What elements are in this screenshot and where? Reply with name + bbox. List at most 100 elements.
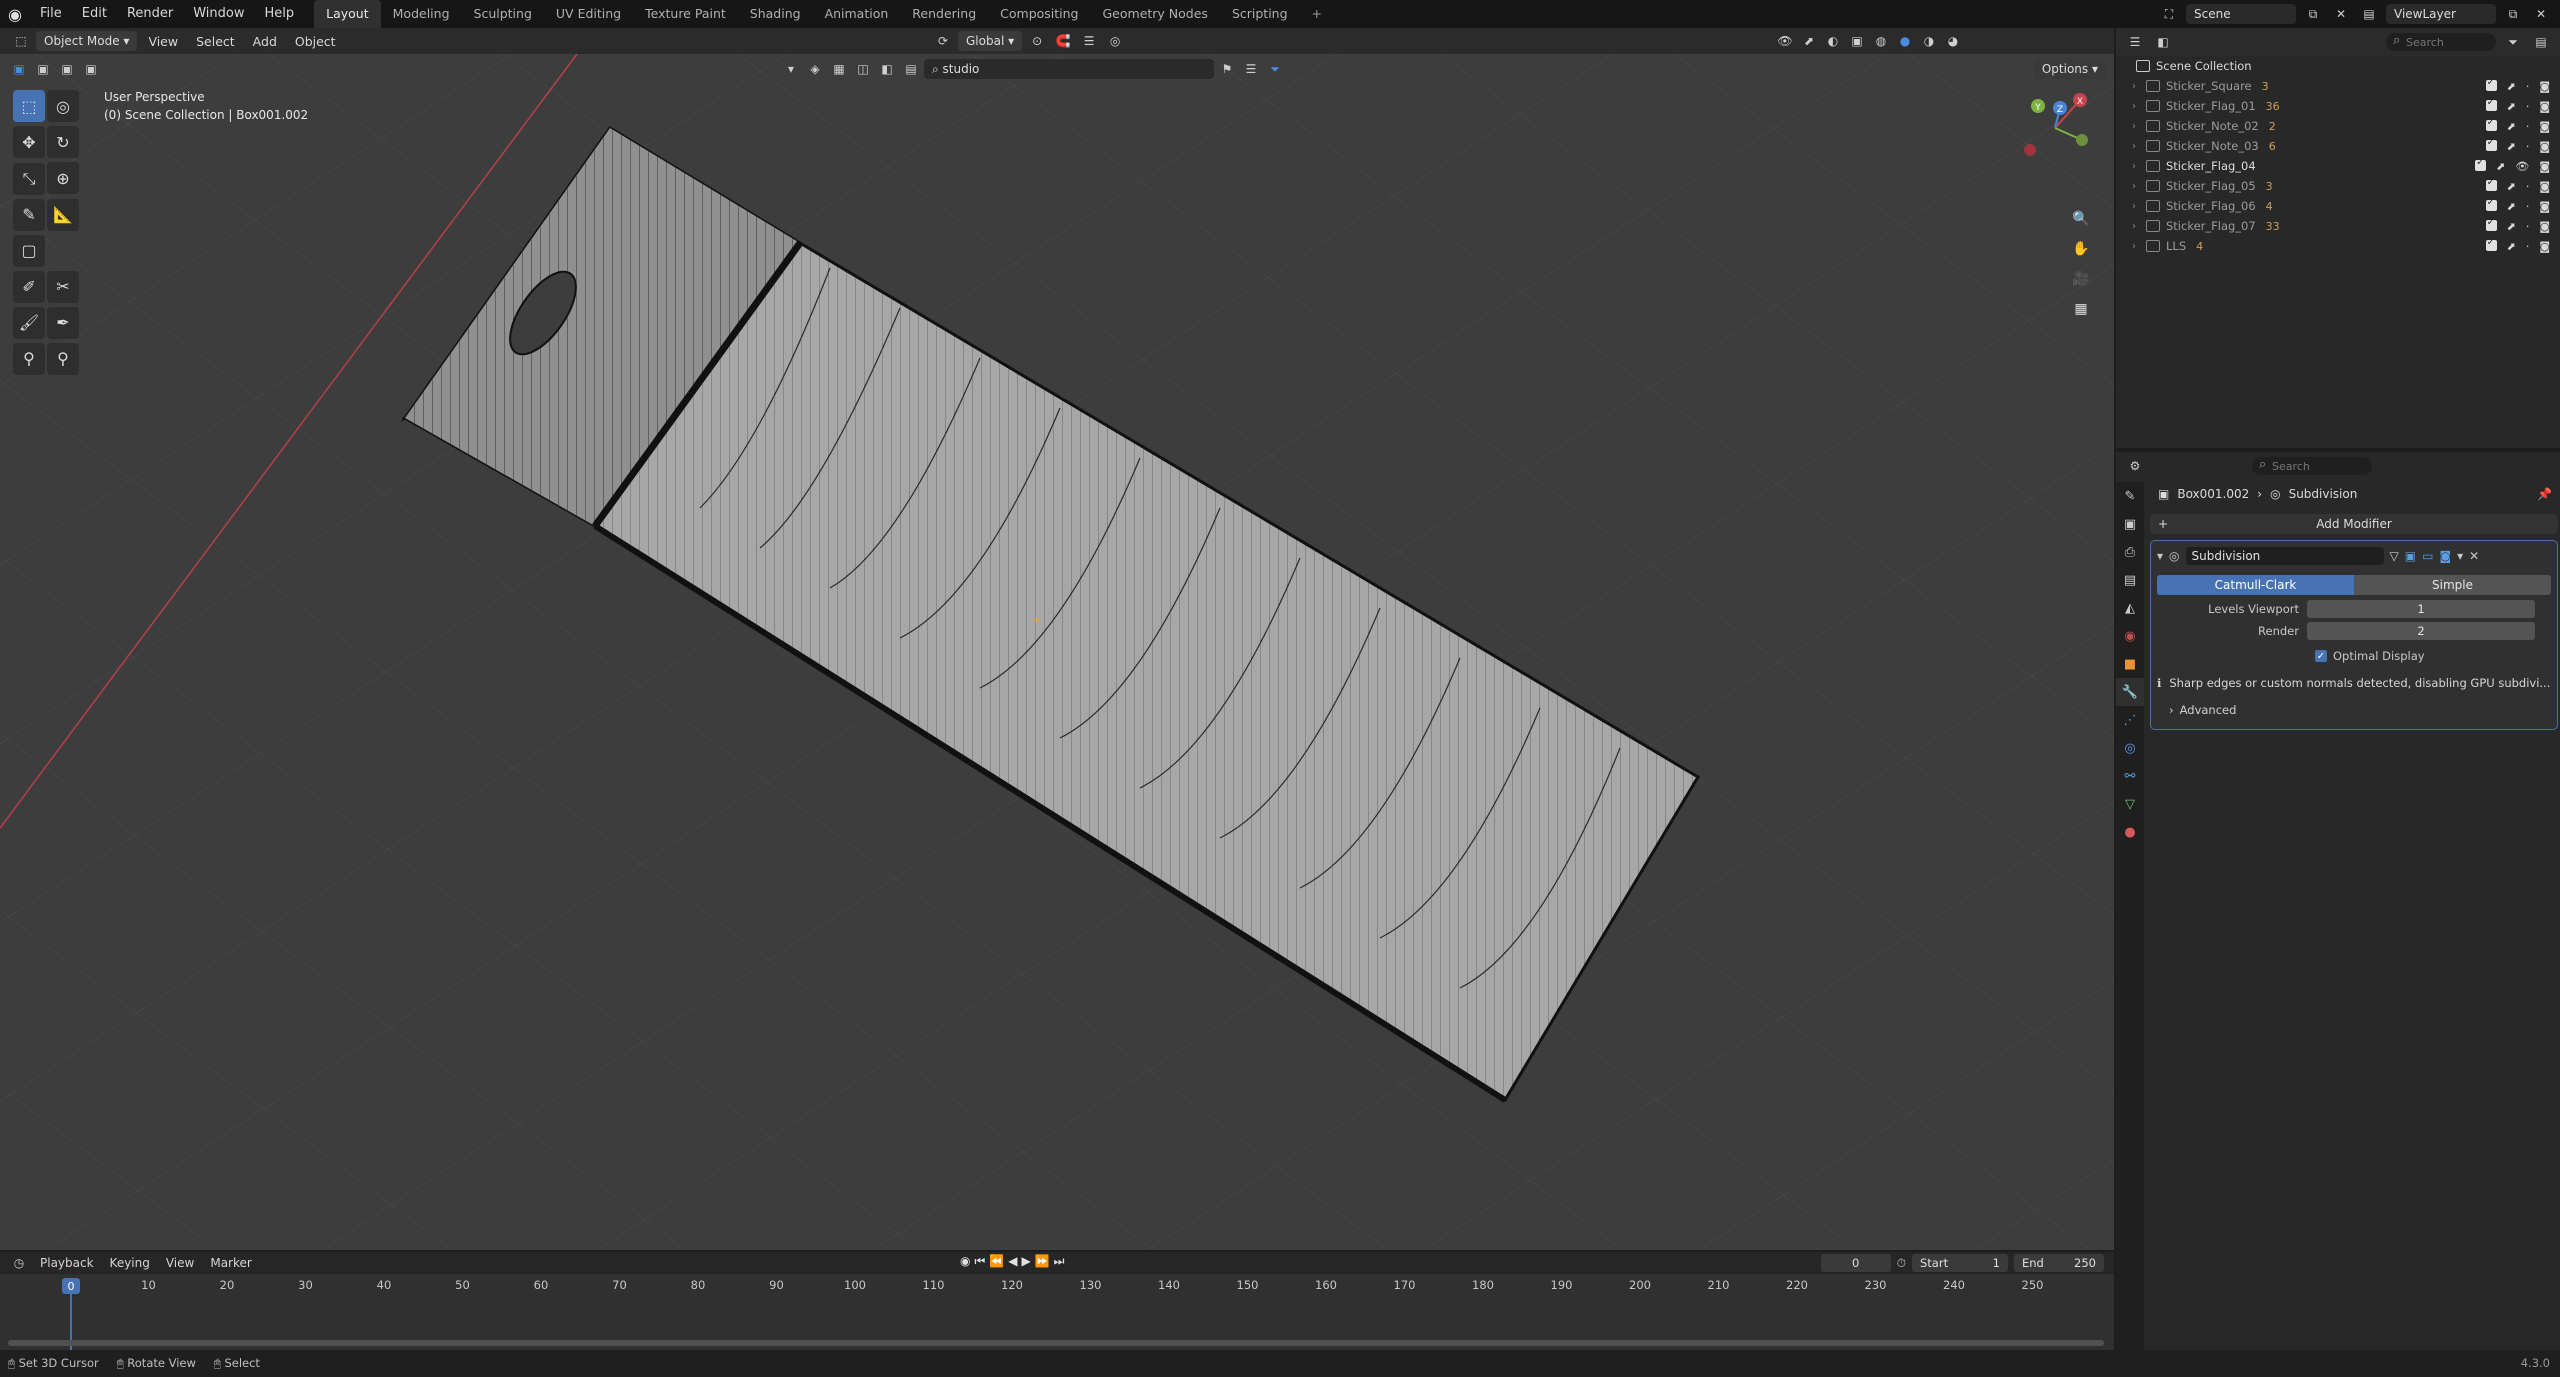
annotate-tool[interactable]: ✎ [13,198,45,231]
add-workspace-button[interactable]: + [1300,0,1334,28]
render-levels-field[interactable]: 2 [2307,622,2535,640]
select-mode-subtract-icon[interactable]: ▣ [56,59,78,79]
eye-icon[interactable]: · [2526,180,2530,193]
select-mode-new-icon[interactable]: ▣ [8,59,30,79]
eye-icon[interactable]: · [2526,120,2530,133]
filter-other-icon[interactable]: ▤ [900,59,922,79]
pan-hand-icon[interactable]: ✋ [2066,234,2096,264]
timeline-menu-playback[interactable]: Playback [34,1256,100,1270]
advanced-section[interactable]: › Advanced [2157,699,2551,721]
delete-scene-icon[interactable]: ✕ [2330,4,2352,24]
filter-light-icon[interactable]: ◫ [852,59,874,79]
snap-target-icon[interactable]: ☰ [1078,31,1100,51]
tab-geometry-nodes[interactable]: Geometry Nodes [1091,0,1220,28]
select-toggle-icon[interactable]: ⬈ [2507,140,2516,153]
add-modifier-button[interactable]: + Add Modifier [2150,514,2558,534]
properties-search-input[interactable]: Search [2252,457,2372,475]
rotate-tool[interactable]: ↻ [47,126,79,158]
exclude-checkbox[interactable] [2485,137,2497,151]
ortho-grid-icon[interactable]: ▦ [2066,294,2096,324]
tab-animation[interactable]: Animation [813,0,901,28]
constraints-tab-icon[interactable]: ⚯ [2116,762,2144,790]
expand-chevron-icon[interactable]: › [2132,141,2136,152]
funnel-icon[interactable]: ⏷ [1264,59,1286,79]
jump-end-icon[interactable]: ⏭ [1054,1254,1065,1269]
transform-tool[interactable]: ⊕ [47,162,79,194]
select-toggle-icon[interactable]: ⬈ [2507,240,2516,253]
timeline-menu-marker[interactable]: Marker [204,1256,257,1270]
shading-material-icon[interactable]: ◑ [1918,31,1940,51]
play-icon[interactable]: ▶ [1021,1254,1030,1269]
move-tool[interactable]: ✥ [13,126,45,158]
editor-type-icon[interactable]: ⬚ [10,31,32,51]
expand-chevron-icon[interactable]: › [2132,181,2136,192]
scene-collection-row[interactable]: Scene Collection [2116,56,2560,76]
exclude-checkbox[interactable] [2485,117,2497,131]
camera-icon[interactable]: ◙ [2539,200,2550,213]
select-box-tool[interactable]: ⬚ [13,90,45,122]
eye-icon[interactable]: · [2526,200,2530,213]
transform-orientation-dropdown[interactable]: Global ▾ [958,31,1023,51]
tab-sculpting[interactable]: Sculpting [462,0,544,28]
display-mode-icon[interactable]: ◧ [2152,32,2174,52]
play-reverse-icon[interactable]: ◀ [1008,1254,1017,1269]
exclude-checkbox[interactable] [2485,237,2497,251]
menu-window[interactable]: Window [183,0,254,28]
physics-tab-icon[interactable]: ◎ [2116,734,2144,762]
menu-help[interactable]: Help [255,0,305,28]
list-icon[interactable]: ☰ [1240,59,1262,79]
add-cube-tool[interactable]: ▢ [13,234,45,267]
draw-tool[interactable]: ✐ [13,270,45,303]
optimal-display-checkbox[interactable]: ✓ [2315,650,2327,662]
overlay-icon[interactable]: ◐ [1822,31,1844,51]
select-toggle-icon[interactable]: ⬈ [2507,200,2516,213]
3d-viewport[interactable]: ⬚ Object Mode ▾ View Select Add Object ⟳… [0,28,2114,1250]
timeline-editor-icon[interactable]: ◷ [8,1253,30,1273]
tab-compositing[interactable]: Compositing [988,0,1090,28]
shading-rendered-icon[interactable]: ◕ [1942,31,1964,51]
camera-icon[interactable]: ◙ [2539,180,2550,193]
navigation-gizmo[interactable]: X Y Z 🔍 ✋ 🎥 ▦ [2010,88,2100,348]
camera-icon[interactable]: ◙ [2539,220,2550,233]
zoom-icon[interactable]: 🔍 [2066,204,2096,234]
viewport-menu-view[interactable]: View [141,34,185,49]
outliner-item[interactable]: › Sticker_Note_02 2 ⬈ · ◙ [2116,116,2560,136]
select-toggle-icon[interactable]: ⬈ [2496,160,2505,173]
exclude-checkbox[interactable] [2485,77,2497,91]
new-viewlayer-icon[interactable]: ⧉ [2502,4,2524,24]
outliner-item[interactable]: › Sticker_Note_03 6 ⬈ · ◙ [2116,136,2560,156]
camera-icon[interactable]: ◙ [2539,80,2550,93]
tool-tab-icon[interactable]: ✎ [2116,482,2144,510]
select-toggle-icon[interactable]: ⬈ [2507,180,2516,193]
end-frame-field[interactable]: End 250 [2014,1254,2104,1272]
viewport-menu-add[interactable]: Add [246,34,284,49]
paint-tool[interactable]: 🖌 [13,306,45,339]
render-toggle-icon[interactable]: ◙ [2439,549,2451,563]
catmull-clark-button[interactable]: Catmull-Clark [2157,575,2354,595]
snap-icon[interactable]: 🧲 [1052,31,1074,51]
scale-tool[interactable]: ⤡ [13,162,45,195]
pen-tool[interactable]: ✒ [47,306,79,339]
outliner-editor-icon[interactable]: ☰ [2124,32,2146,52]
outliner-item[interactable]: › Sticker_Square 3 ⬈ · ◙ [2116,76,2560,96]
cursor-tool[interactable]: ◎ [47,90,79,122]
world-tab-icon[interactable]: ◉ [2116,622,2144,650]
measure-tool[interactable]: 📐 [47,198,79,231]
exclude-checkbox[interactable] [2485,217,2497,231]
particles-tab-icon[interactable]: ⋰ [2116,706,2144,734]
scene-tab-icon[interactable]: ◭ [2116,594,2144,622]
simple-button[interactable]: Simple [2354,575,2551,595]
start-frame-field[interactable]: Start 1 [1912,1254,2008,1272]
object-tab-icon[interactable]: ■ [2116,650,2144,678]
collapse-chevron-icon[interactable]: ▾ [2157,549,2163,563]
material-tab-icon[interactable]: ● [2116,818,2144,846]
modifier-menu-icon[interactable]: ▾ [2457,549,2463,563]
exclude-checkbox[interactable] [2485,197,2497,211]
outliner-item[interactable]: › Sticker_Flag_06 4 ⬈ · ◙ [2116,196,2560,216]
outliner-filter-icon[interactable]: ⏷ [2502,32,2524,52]
select-toggle-icon[interactable]: ⬈ [2507,80,2516,93]
eyedropper-tool[interactable]: ⚲ [13,342,45,375]
camera-icon[interactable]: ◙ [2539,120,2550,133]
expand-chevron-icon[interactable]: › [2132,201,2136,212]
viewport-toggle-icon[interactable]: ▭ [2422,549,2433,563]
